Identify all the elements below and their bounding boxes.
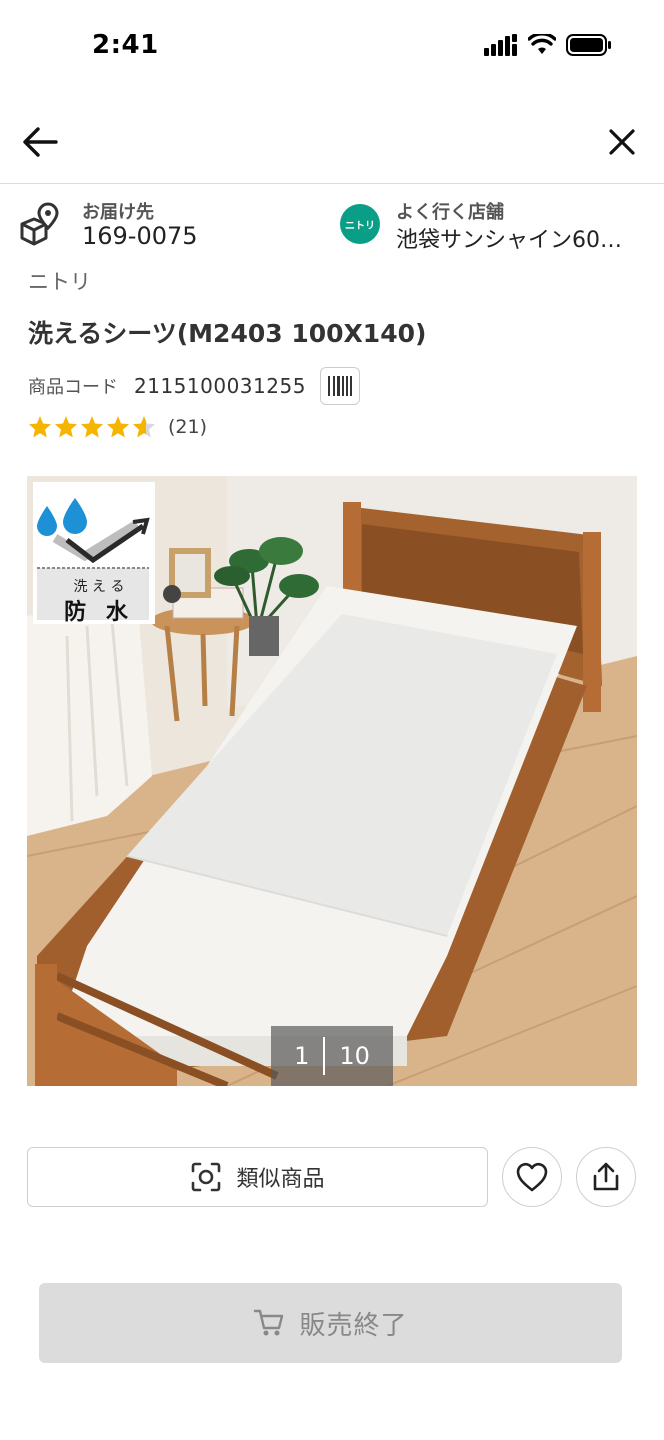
similar-products-label: 類似商品: [236, 1167, 325, 1192]
total-image-count: 10: [339, 1042, 370, 1070]
image-page-indicator: 1 10: [271, 1026, 393, 1086]
favorite-store[interactable]: ニトリ よく行く店舗 池袋サンシャイン60…: [340, 196, 650, 256]
box-location-icon: [20, 202, 59, 246]
cart-icon: [254, 1309, 284, 1336]
signal-icon: [484, 34, 517, 56]
sold-out-button[interactable]: 販売終了: [39, 1283, 622, 1363]
delivery-label: お届け先: [82, 202, 154, 223]
barcode-icon: [327, 376, 352, 396]
store-name: 池袋サンシャイン60…: [396, 228, 622, 253]
nav-bar: [0, 100, 664, 184]
barcode-button[interactable]: [319, 367, 360, 405]
close-button[interactable]: [604, 122, 640, 162]
arrow-left-icon: [23, 127, 58, 157]
favorite-button[interactable]: [502, 1147, 562, 1207]
delivery-postcode: 169-0075: [82, 222, 198, 250]
back-button[interactable]: [20, 122, 62, 162]
delivery-address[interactable]: お届け先 169-0075: [18, 196, 338, 256]
share-button[interactable]: [576, 1147, 636, 1207]
product-code-row: 商品コード 2115100031255: [28, 367, 360, 405]
page-separator: [323, 1037, 326, 1075]
badge-text-line1: 洗 え る: [73, 579, 125, 595]
product-title: 洗えるシーツ(M2403 100X140): [28, 319, 427, 348]
status-time: 2:41: [92, 30, 159, 60]
product-code-label: 商品コード: [28, 377, 118, 398]
badge-text-line2: 防 水: [64, 600, 134, 625]
image-search-icon: [192, 1162, 221, 1192]
review-count: (21): [168, 416, 208, 438]
status-bar: 2:41: [0, 0, 664, 100]
brand-name: ニトリ: [28, 270, 91, 294]
product-image-gallery[interactable]: 洗 え る 防 水 1 10: [27, 476, 637, 1086]
share-icon: [593, 1162, 619, 1191]
status-icons: [484, 34, 612, 56]
product-code: 2115100031255: [134, 374, 306, 398]
nitori-logo: ニトリ: [340, 204, 380, 244]
store-label: よく行く店舗: [396, 202, 504, 223]
product-image: [27, 476, 637, 1086]
current-image-index: 1: [294, 1042, 310, 1070]
battery-icon: [566, 34, 611, 56]
heart-icon: [516, 1162, 548, 1192]
similar-products-button[interactable]: 類似商品: [27, 1147, 488, 1207]
rating[interactable]: (21): [28, 414, 207, 440]
wifi-icon: [528, 34, 556, 54]
sold-out-label: 販売終了: [299, 1310, 408, 1341]
close-icon: [609, 129, 635, 155]
rating-stars-icon: [29, 416, 155, 438]
